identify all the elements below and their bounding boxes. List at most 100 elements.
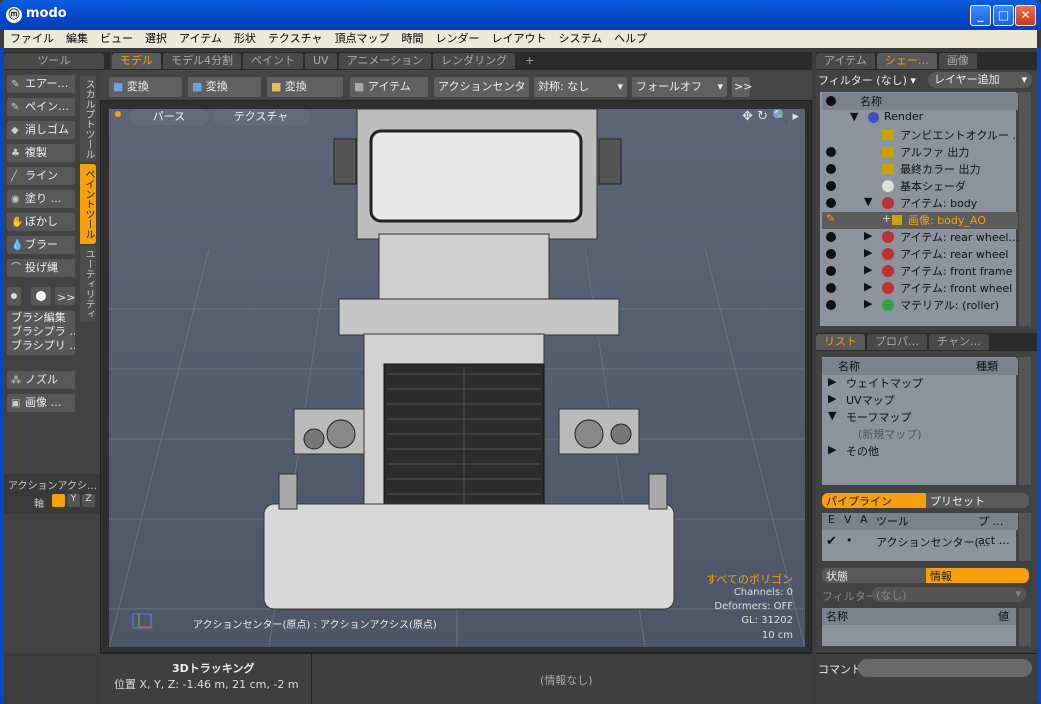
command-input[interactable]: [858, 659, 1032, 677]
vtab-sculpt-tools[interactable]: スカルプトツール: [80, 76, 96, 162]
eraser-tool-button[interactable]: ◆ 消しゴム: [6, 120, 76, 140]
shader-row-rear-wheel-1[interactable]: ▶ アイテム: rear wheel…: [822, 229, 1018, 246]
expand-arrow-icon[interactable]: ▶: [864, 263, 872, 276]
brush-large-button[interactable]: [30, 286, 52, 306]
image-button[interactable]: ▣ 画像 …: [6, 393, 76, 413]
menu-help[interactable]: ヘルプ: [608, 30, 653, 48]
expand-arrow-icon[interactable]: ▶: [828, 375, 836, 388]
tab-animation[interactable]: アニメーション: [338, 53, 432, 69]
vmap-row-new-map[interactable]: (新規マップ): [822, 426, 1018, 443]
tab-images[interactable]: 画像: [938, 53, 977, 69]
visibility-eye-icon[interactable]: [826, 300, 836, 310]
nozzle-button[interactable]: ⁂ ノズル: [6, 370, 76, 390]
maximize-button[interactable]: □: [993, 5, 1014, 26]
transform-button-1[interactable]: ■ 変換: [108, 76, 183, 98]
brush-more-button[interactable]: >>: [54, 286, 76, 306]
brush-plugin-item[interactable]: ブラシプラ …: [11, 325, 75, 339]
shader-row-front-wheel[interactable]: ▶ アイテム: front wheel: [822, 280, 1018, 297]
brush-edit-item[interactable]: ブラシ編集: [11, 311, 75, 325]
item-mode-button[interactable]: ■ アイテム: [349, 76, 429, 98]
tab-rendering[interactable]: レンダリング: [433, 53, 516, 69]
tab-properties[interactable]: プロパ…: [867, 334, 927, 350]
vmap-row-morph[interactable]: ▼ モーフマップ: [822, 409, 1018, 426]
collapse-arrow-icon[interactable]: ▼: [850, 110, 858, 123]
axis-z-button[interactable]: Z: [82, 494, 95, 507]
visibility-eye-icon[interactable]: [826, 147, 836, 157]
action-axis-title[interactable]: アクションアクシ…: [8, 477, 97, 492]
visibility-eye-icon[interactable]: [826, 232, 836, 242]
info-filter-dropdown[interactable]: (なし) ▾: [872, 587, 1026, 602]
brush-preset-item[interactable]: ブラシプリ …: [11, 339, 75, 353]
menu-system[interactable]: システム: [552, 30, 608, 48]
vtab-utility[interactable]: ユーティリティ: [80, 246, 96, 322]
viewport-canvas[interactable]: パース テクスチャ ✥ ↻ 🔍 ▸ すべてのポリゴン Channels: 0 D…: [109, 109, 805, 647]
axis-y-button[interactable]: Y: [67, 494, 80, 507]
shader-row-item-body[interactable]: ▼ アイテム: body: [822, 195, 1018, 212]
menu-geometry[interactable]: 形状: [228, 30, 262, 48]
pipeline-scrollbar[interactable]: [1019, 513, 1031, 561]
menu-layout[interactable]: レイアウト: [485, 30, 552, 48]
visibility-eye-icon[interactable]: [826, 266, 836, 276]
shading-mode-button[interactable]: テクスチャ: [213, 109, 309, 125]
expand-arrow-icon[interactable]: ▶: [864, 297, 872, 310]
add-layer-dropdown[interactable]: レイヤー追加 ▾: [928, 72, 1032, 88]
lasso-tool-button[interactable]: ⌒ 投げ縄: [6, 258, 76, 278]
tab-paint[interactable]: ペイント: [243, 53, 303, 69]
falloff-dropdown[interactable]: フォールオフ ▾: [631, 76, 728, 98]
tab-info[interactable]: 情報: [926, 568, 1029, 583]
expand-arrow-icon[interactable]: ▶: [864, 246, 872, 259]
tab-list[interactable]: リスト: [816, 334, 865, 350]
tab-tools[interactable]: ツール: [4, 53, 104, 69]
vtab-paint-tools[interactable]: ペイントツール: [80, 164, 96, 244]
visibility-eye-icon[interactable]: [826, 164, 836, 174]
airbrush-tool-button[interactable]: ✎ エアー…: [6, 74, 76, 94]
shader-row-base-shader[interactable]: 基本シェーダ: [822, 178, 1018, 195]
viewport-menu-dot-icon[interactable]: [115, 111, 121, 117]
expand-arrow-icon[interactable]: ▶: [864, 280, 872, 293]
vmap-row-other[interactable]: ▶ その他: [822, 443, 1018, 460]
transform-button-3[interactable]: ■ 変換: [266, 76, 344, 98]
close-button[interactable]: ✕: [1015, 5, 1036, 26]
action-center-dropdown[interactable]: アクションセンター ▾: [433, 76, 530, 113]
visibility-eye-icon[interactable]: [826, 198, 836, 208]
menu-item[interactable]: アイテム: [173, 30, 228, 48]
tab-model[interactable]: モデル: [112, 53, 161, 69]
menu-view[interactable]: ビュー: [94, 30, 139, 48]
line-tool-button[interactable]: ╱ ライン: [6, 166, 76, 186]
visibility-eye-icon[interactable]: [826, 283, 836, 293]
menu-vertex-map[interactable]: 頂点マップ: [328, 30, 395, 48]
pan-icon[interactable]: ✥: [742, 109, 753, 124]
shader-scrollbar[interactable]: [1019, 92, 1031, 326]
menu-edit[interactable]: 編集: [60, 30, 94, 48]
vertex-map-scrollbar[interactable]: [1019, 357, 1031, 485]
shader-row-final-color[interactable]: 最終カラー 出力: [822, 161, 1018, 178]
tab-items[interactable]: アイテム: [816, 53, 875, 69]
shader-row-rear-wheel-2[interactable]: ▶ アイテム: rear wheel: [822, 246, 1018, 263]
rotate-icon[interactable]: ↻: [757, 109, 768, 124]
expand-arrow-icon[interactable]: ▶: [828, 392, 836, 405]
vmap-row-uv[interactable]: ▶ UVマップ: [822, 392, 1018, 409]
tab-pipeline[interactable]: パイプライン: [822, 493, 926, 508]
shader-row-alpha[interactable]: アルファ 出力: [822, 144, 1018, 161]
shader-row-render[interactable]: ▼ Render: [822, 110, 1018, 127]
viewport-menu-arrow-icon[interactable]: ▸: [792, 109, 799, 124]
clone-tool-button[interactable]: ♣ 複製: [6, 143, 76, 163]
menu-render[interactable]: レンダー: [429, 30, 485, 48]
visibility-eye-icon[interactable]: [826, 181, 836, 191]
smudge-tool-button[interactable]: 💧 ブラー: [6, 235, 76, 255]
tab-shader[interactable]: シェー…: [876, 53, 937, 69]
axis-x-button[interactable]: X: [52, 494, 65, 507]
collapse-arrow-icon[interactable]: ▼: [864, 195, 872, 208]
brush-small-button[interactable]: [6, 286, 22, 306]
shader-row-material-roller[interactable]: ▶ マテリアル: (roller): [822, 297, 1018, 314]
tab-channels[interactable]: チャン…: [929, 334, 989, 350]
expand-arrow-icon[interactable]: ▶: [864, 229, 872, 242]
enabled-check-icon[interactable]: ✔: [826, 534, 837, 549]
menu-select[interactable]: 選択: [139, 30, 173, 48]
3d-viewport[interactable]: パース テクスチャ ✥ ↻ 🔍 ▸ すべてのポリゴン Channels: 0 D…: [100, 100, 812, 653]
menu-texture[interactable]: テクスチャ: [262, 30, 329, 48]
pipeline-row-action-center[interactable]: ✔ • アクションセンター(… act …: [822, 530, 1018, 556]
shader-row-image-body-ao[interactable]: ✎ + 画像: body_AO: [822, 212, 1018, 229]
symmetry-dropdown[interactable]: 対称: なし ▾: [533, 76, 628, 98]
fill-tool-button[interactable]: ◉ 塗り …: [6, 189, 76, 209]
